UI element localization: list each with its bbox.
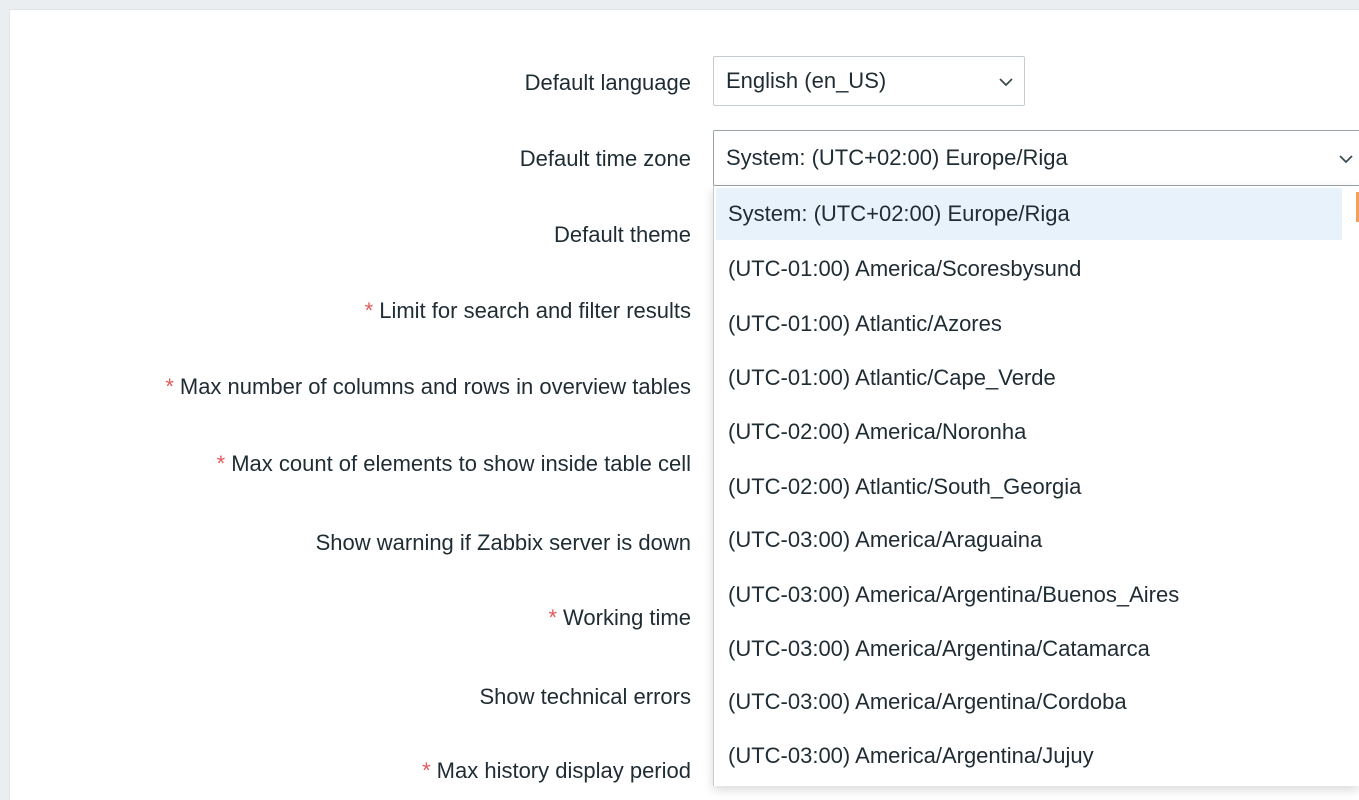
label-show-technical-errors: Show technical errors: [479, 684, 691, 709]
time-zone-option[interactable]: (UTC-03:00) America/Argentina/Jujuy: [716, 730, 1342, 782]
required-marker: *: [216, 451, 226, 476]
label-default-time-zone: Default time zone: [519, 146, 691, 171]
label-show-warning-server-down: Show warning if Zabbix server is down: [315, 530, 691, 555]
label-default-language: Default language: [524, 70, 691, 95]
chevron-down-icon: [999, 78, 1013, 87]
time-zone-option[interactable]: (UTC-03:00) America/Argentina/Catamarca: [716, 623, 1342, 675]
time-zone-option[interactable]: (UTC-01:00) America/Scoresbysund: [716, 243, 1342, 295]
label-max-count-elements: * Max count of elements to show inside ta…: [216, 451, 691, 476]
default-time-zone-value: System: (UTC+02:00) Europe/Riga: [726, 145, 1068, 170]
chevron-down-icon: [1339, 155, 1353, 164]
time-zone-option[interactable]: (UTC-01:00) Atlantic/Azores: [716, 298, 1342, 350]
label-default-theme: Default theme: [554, 222, 691, 247]
time-zone-dropdown-list[interactable]: System: (UTC+02:00) Europe/Riga (UTC-01:…: [713, 186, 1359, 786]
time-zone-option[interactable]: (UTC-01:00) Atlantic/Cape_Verde: [716, 352, 1342, 404]
default-time-zone-select[interactable]: System: (UTC+02:00) Europe/Riga: [713, 130, 1359, 186]
required-marker: *: [165, 374, 174, 399]
time-zone-option[interactable]: (UTC-02:00) America/Noronha: [716, 406, 1342, 458]
time-zone-option[interactable]: (UTC-03:00) America/Argentina/Buenos_Air…: [716, 569, 1342, 621]
label-max-columns-rows: * Max number of columns and rows in overv…: [165, 374, 691, 399]
default-language-value: English (en_US): [726, 68, 887, 93]
time-zone-option[interactable]: (UTC-03:00) America/Argentina/Cordoba: [716, 676, 1342, 728]
time-zone-option-selected[interactable]: System: (UTC+02:00) Europe/Riga: [716, 188, 1342, 240]
required-marker: *: [422, 758, 431, 783]
label-max-history-period: * Max history display period: [422, 758, 691, 783]
label-working-time: * Working time: [548, 605, 691, 630]
label-search-limit: * Limit for search and filter results: [364, 298, 691, 323]
time-zone-option[interactable]: (UTC-02:00) Atlantic/South_Georgia: [716, 461, 1342, 513]
required-marker: *: [364, 298, 374, 323]
required-marker: *: [548, 605, 558, 630]
time-zone-option[interactable]: (UTC-03:00) America/Araguaina: [716, 514, 1342, 566]
default-language-select[interactable]: English (en_US): [713, 56, 1025, 106]
